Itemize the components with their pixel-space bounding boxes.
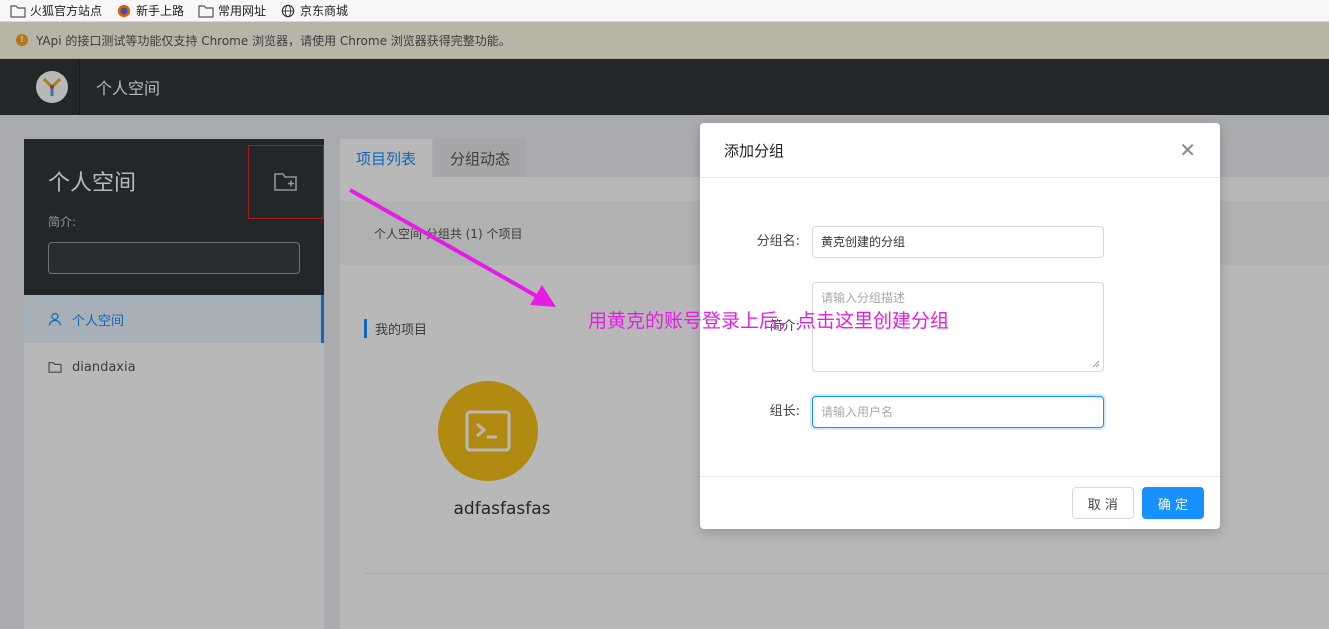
resize-handle-icon[interactable]	[1092, 360, 1100, 368]
bookmark-label: 常用网址	[218, 4, 267, 18]
group-name-row: 分组名: 黄克创建的分组	[700, 226, 1104, 258]
group-owner-label: 组长:	[769, 404, 800, 419]
group-desc-placeholder: 请输入分组描述	[821, 291, 906, 305]
bookmark-item[interactable]: 常用网址	[198, 2, 266, 19]
group-owner-row: 组长: 请输入用户名	[700, 396, 1104, 428]
bookmark-label: 京东商城	[300, 4, 349, 18]
group-name-label: 分组名:	[756, 234, 800, 249]
bookmark-label: 新手上路	[136, 4, 185, 18]
dialog-title: 添加分组	[724, 141, 785, 160]
globe-icon	[281, 4, 295, 17]
group-owner-input[interactable]: 请输入用户名	[812, 396, 1104, 428]
dialog-footer: 取 消 确 定	[700, 476, 1220, 529]
folder-icon	[10, 4, 26, 18]
bookmark-label: 火狐官方站点	[30, 4, 103, 18]
firefox-icon	[117, 4, 131, 17]
group-name-input[interactable]: 黄克创建的分组	[812, 226, 1104, 258]
bookmark-item[interactable]: 新手上路	[116, 2, 184, 19]
bookmark-item[interactable]: 火狐官方站点	[10, 2, 102, 19]
confirm-button[interactable]: 确 定	[1141, 487, 1204, 519]
annotation-text: 用黄克的账号登录上后，点击这里创建分组	[588, 310, 950, 332]
folder-icon	[198, 4, 214, 18]
cancel-button[interactable]: 取 消	[1071, 487, 1134, 519]
bookmarks-bar: 火狐官方站点 新手上路 常用网址 京东商城	[0, 0, 1329, 22]
close-icon[interactable]: ✕	[1179, 138, 1196, 162]
bookmark-item[interactable]: 京东商城	[280, 2, 348, 19]
modal-mask-top	[0, 22, 1329, 115]
dialog-header: 添加分组 ✕	[700, 123, 1220, 178]
